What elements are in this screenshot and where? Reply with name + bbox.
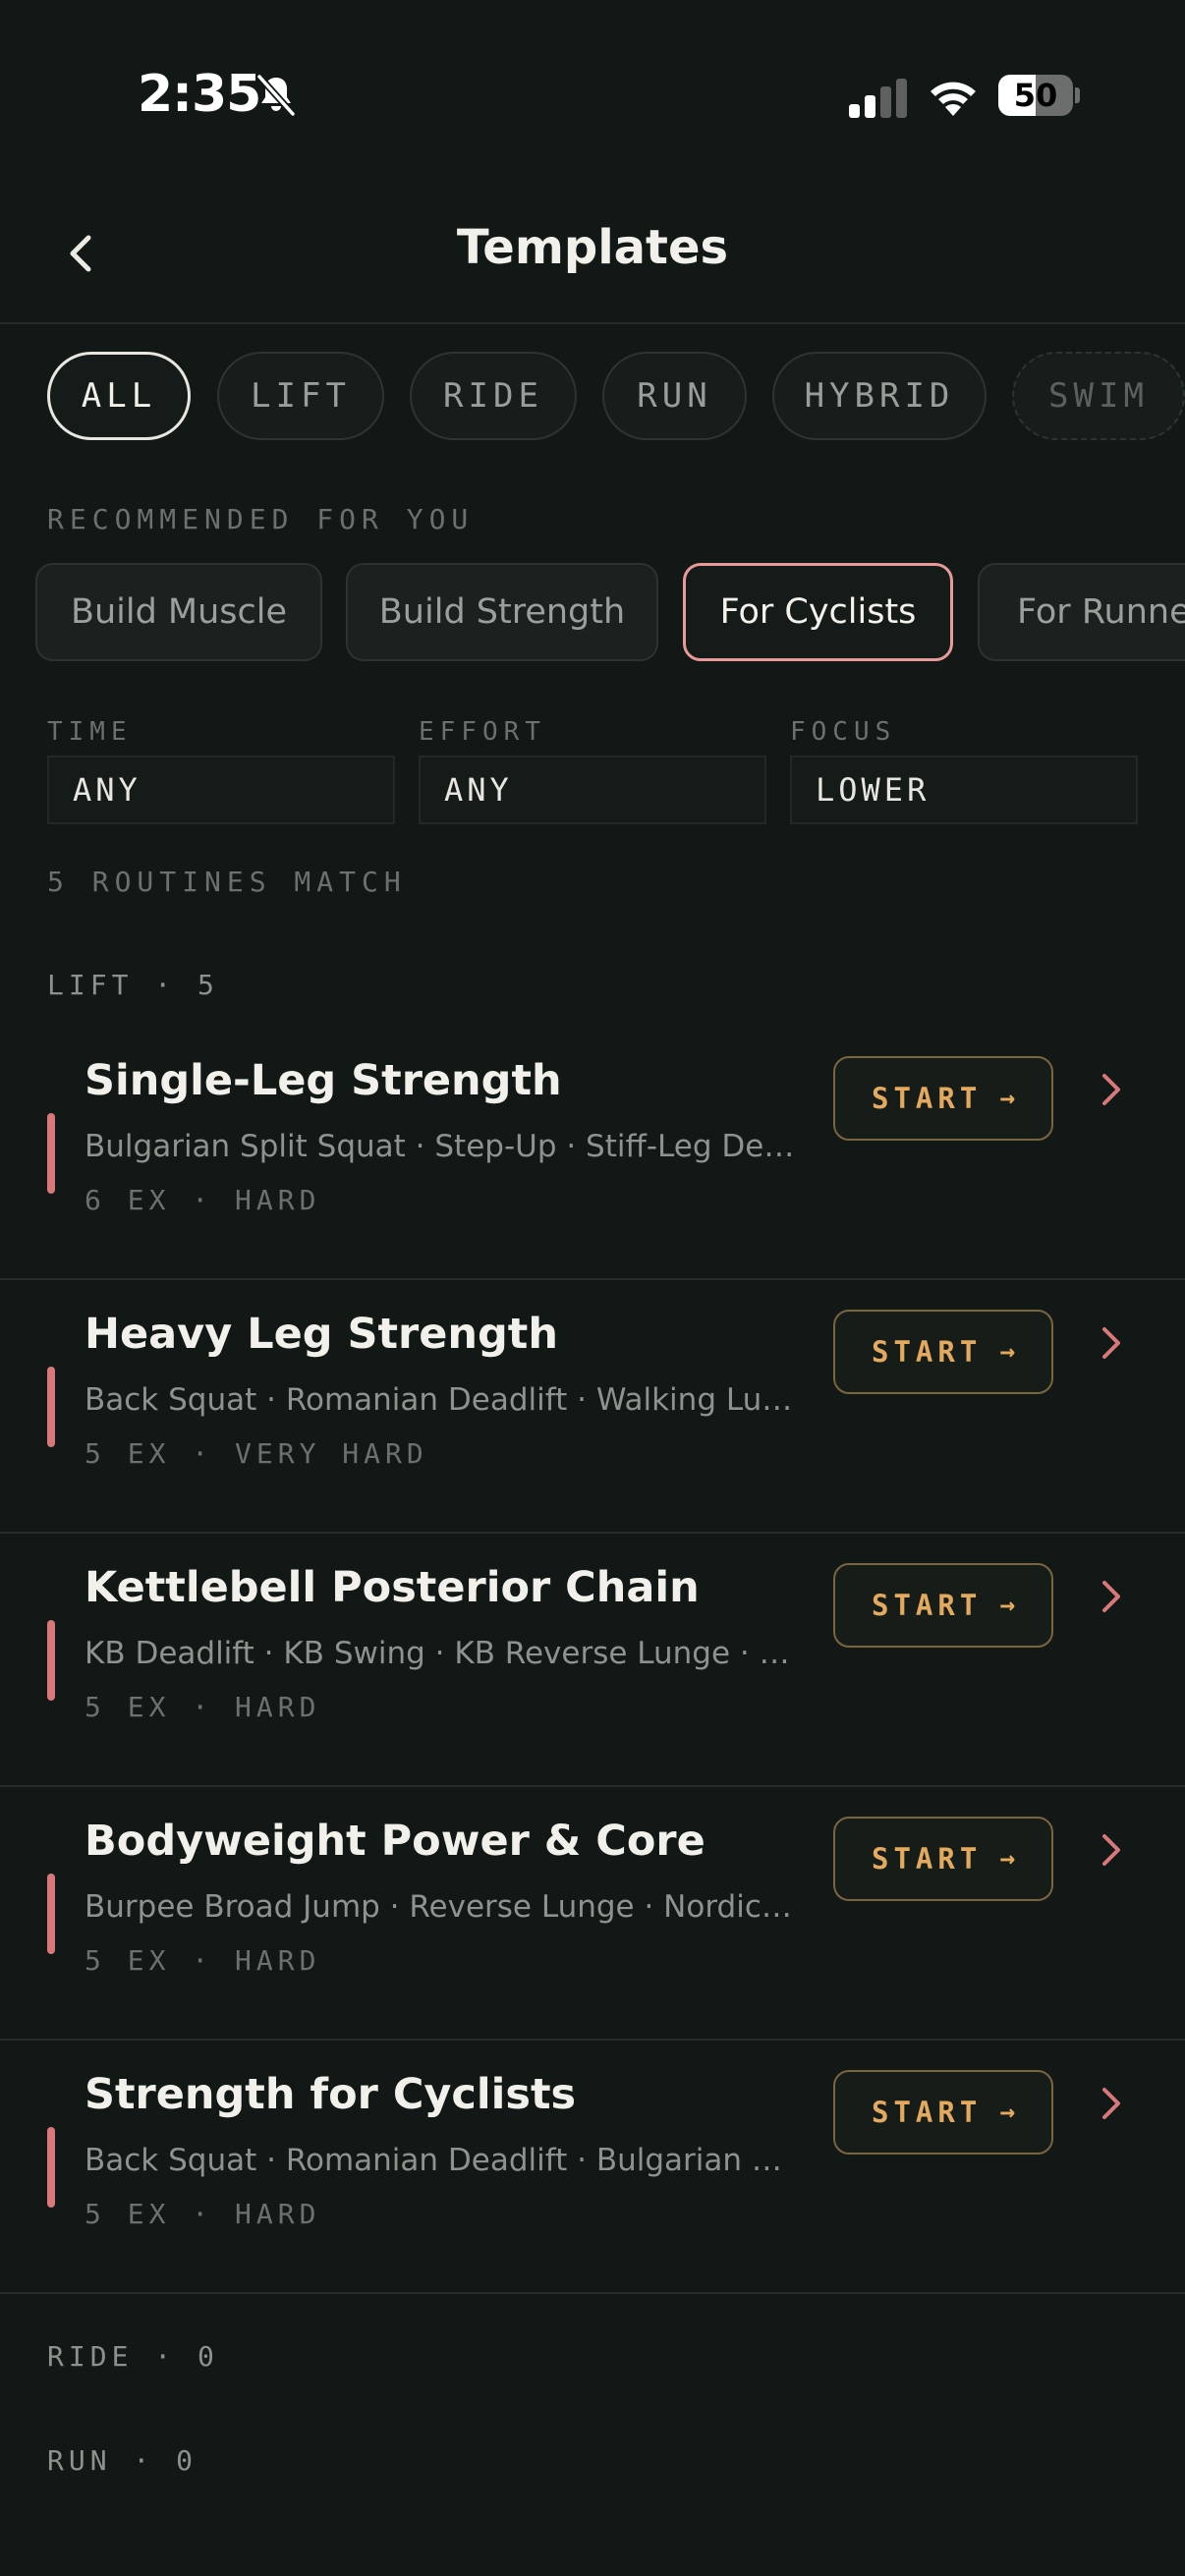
start-button-label: START <box>872 2096 983 2129</box>
chevron-right-icon[interactable] <box>1095 1575 1128 1618</box>
wifi-icon <box>931 82 976 116</box>
routine-exercises: Back Squat · Romanian Deadlift · Bulgari… <box>85 2143 800 2178</box>
chevron-right-icon[interactable] <box>1095 1828 1128 1872</box>
routine-accent-bar <box>47 1113 55 1194</box>
chip-for-runners[interactable]: For Runners <box>978 563 1185 661</box>
routine-meta: 6 EX · HARD <box>85 1184 321 1216</box>
filter-time-label: TIME <box>47 717 133 747</box>
match-count: 5 ROUTINES MATCH <box>47 866 407 898</box>
start-button-label: START <box>872 1842 983 1876</box>
routine-row[interactable]: Heavy Leg Strength Back Squat · Romanian… <box>0 1280 1185 1534</box>
routine-meta: 5 EX · HARD <box>85 1944 321 1977</box>
page-title: Templates <box>456 220 729 275</box>
start-button[interactable]: START → <box>833 1563 1053 1648</box>
filter-focus-select[interactable]: LOWER <box>790 756 1138 824</box>
chip-build-strength[interactable]: Build Strength <box>346 563 658 661</box>
start-button-label: START <box>872 1335 983 1369</box>
arrow-right-icon: → <box>999 1337 1015 1367</box>
routine-meta: 5 EX · HARD <box>85 1691 321 1723</box>
arrow-right-icon: → <box>999 1591 1015 1620</box>
group-label-ride: RIDE · 0 <box>47 2340 219 2373</box>
routine-row[interactable]: Kettlebell Posterior Chain KB Deadlift ·… <box>0 1534 1185 1787</box>
chip-build-muscle[interactable]: Build Muscle <box>35 563 322 661</box>
arrow-right-icon: → <box>999 1084 1015 1113</box>
arrow-right-icon: → <box>999 1844 1015 1874</box>
start-button-label: START <box>872 1082 983 1115</box>
routine-accent-bar <box>47 1874 55 1954</box>
category-pill-ride[interactable]: RIDE <box>410 352 577 440</box>
routine-exercises: Bulgarian Split Squat · Step-Up · Stiff-… <box>85 1129 800 1164</box>
status-time: 2:35 <box>138 65 261 124</box>
routine-title: Strength for Cyclists <box>85 2070 577 2119</box>
cellular-signal-icon <box>849 79 907 118</box>
routine-title: Heavy Leg Strength <box>85 1310 558 1359</box>
chevron-right-icon[interactable] <box>1095 1068 1128 1111</box>
start-button[interactable]: START → <box>833 2070 1053 2155</box>
recommended-label: RECOMMENDED FOR YOU <box>47 503 475 535</box>
filter-effort-label: EFFORT <box>419 717 546 747</box>
battery-percentage: 50 <box>1013 77 1058 114</box>
filter-time-select[interactable]: ANY <box>47 756 395 824</box>
routine-exercises: KB Deadlift · KB Swing · KB Reverse Lung… <box>85 1636 800 1671</box>
arrow-right-icon: → <box>999 2098 1015 2127</box>
routine-exercises: Burpee Broad Jump · Reverse Lunge · Nord… <box>85 1889 800 1925</box>
chevron-right-icon[interactable] <box>1095 2082 1128 2125</box>
bell-muted-icon <box>256 74 296 117</box>
category-pill-hybrid[interactable]: HYBRID <box>772 352 987 440</box>
routine-title: Bodyweight Power & Core <box>85 1817 705 1866</box>
chip-for-cyclists[interactable]: For Cyclists <box>683 563 953 661</box>
start-button[interactable]: START → <box>833 1310 1053 1394</box>
start-button-label: START <box>872 1589 983 1622</box>
routine-accent-bar <box>47 2127 55 2208</box>
routine-meta: 5 EX · HARD <box>85 2198 321 2230</box>
status-bar: 2:35 50 <box>0 0 1185 187</box>
routine-accent-bar <box>47 1620 55 1701</box>
routine-title: Kettlebell Posterior Chain <box>85 1563 700 1612</box>
start-button[interactable]: START → <box>833 1056 1053 1141</box>
group-label-run: RUN · 0 <box>47 2444 198 2477</box>
filter-effort-select[interactable]: ANY <box>419 756 766 824</box>
category-pill-all[interactable]: ALL <box>47 352 191 440</box>
chevron-right-icon[interactable] <box>1095 1321 1128 1365</box>
filter-focus-label: FOCUS <box>790 717 897 747</box>
routine-title: Single-Leg Strength <box>85 1056 562 1105</box>
routine-row[interactable]: Bodyweight Power & Core Burpee Broad Jum… <box>0 1787 1185 2041</box>
start-button[interactable]: START → <box>833 1817 1053 1901</box>
category-pill-lift[interactable]: LIFT <box>217 352 384 440</box>
nav-header: Templates <box>0 196 1185 324</box>
group-label-lift: LIFT · 5 <box>47 969 219 1001</box>
routine-exercises: Back Squat · Romanian Deadlift · Walking… <box>85 1382 800 1418</box>
routine-accent-bar <box>47 1367 55 1447</box>
category-pill-run[interactable]: RUN <box>602 352 747 440</box>
routine-row[interactable]: Strength for Cyclists Back Squat · Roman… <box>0 2041 1185 2294</box>
battery-icon: 50 <box>998 75 1080 116</box>
routine-row[interactable]: Single-Leg Strength Bulgarian Split Squa… <box>0 1027 1185 1280</box>
category-pill-swim[interactable]: SWIM <box>1012 352 1185 440</box>
routine-meta: 5 EX · VERY HARD <box>85 1437 428 1470</box>
